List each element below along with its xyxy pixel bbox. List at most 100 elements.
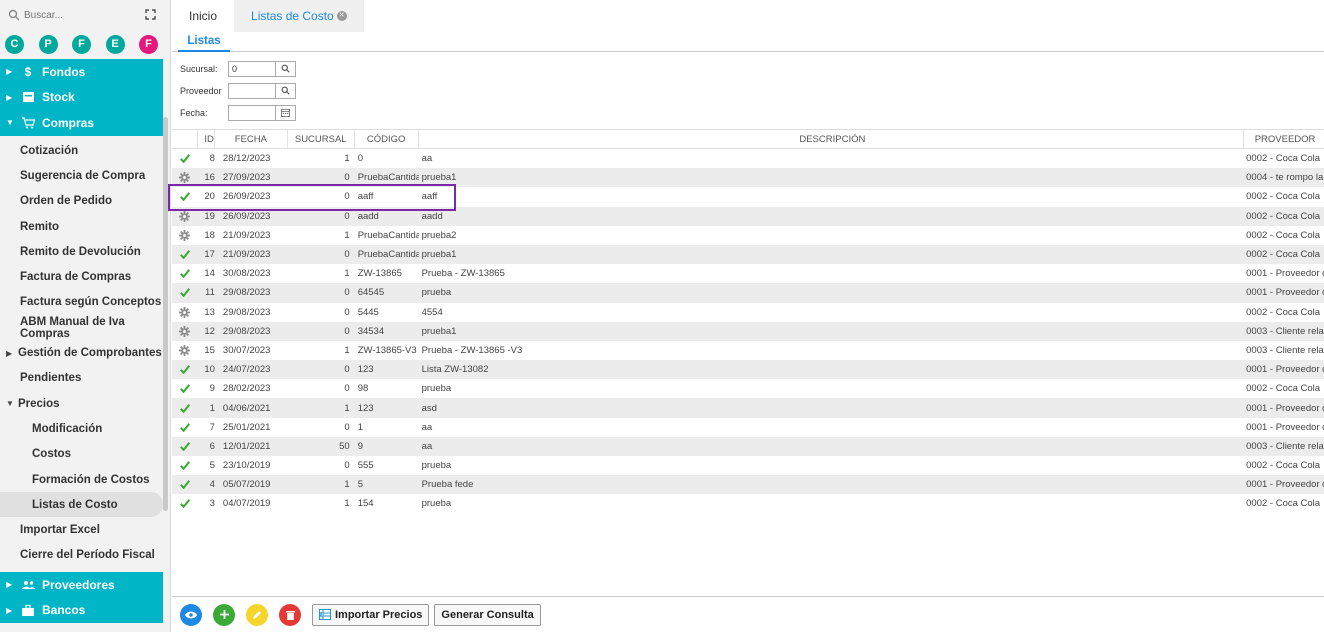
table-row[interactable]: 10 24/07/2023 0 123 Lista ZW-13082 0001 - Pro…	[172, 360, 1324, 380]
delete-button[interactable]	[279, 603, 301, 626]
table-row[interactable]: 19 26/09/2023 0 aadd aadd 0002 - Coca Cola	[172, 206, 1324, 226]
sidebar-item[interactable]: Cotización	[0, 138, 163, 163]
table-row[interactable]: 13 29/08/2023 0 5445 4554 0002 - Coca Cola	[172, 303, 1324, 322]
add-button[interactable]	[213, 603, 235, 626]
sidebar-item[interactable]: Cierre del Período Fiscal	[0, 543, 163, 568]
table-row[interactable]: 6 12/01/2021 50 9 aa 0003 - Cliente relaci	[172, 436, 1324, 456]
table-row[interactable]: 15 30/07/2023 1 ZW-13865-V3 Prueba - ZW-1386…	[172, 341, 1324, 360]
menu-group-proveedores[interactable]: ▶ Proveedores	[0, 572, 163, 598]
sidebar-item[interactable]: Modificación	[0, 416, 163, 441]
sidebar-item[interactable]: Factura de Compras	[0, 264, 163, 289]
sucursal-search-button[interactable]	[276, 60, 296, 77]
view-button[interactable]	[180, 603, 202, 626]
import-prices-button[interactable]: Importar Precios	[312, 603, 430, 626]
table-row[interactable]: 1 04/06/2021 1 123 asd 0001 - Proveedor de	[172, 398, 1324, 418]
sidebar-item[interactable]: ▶ Gestión de Comprobantes	[0, 340, 163, 365]
sidebar-item[interactable]: Listas de Costo	[0, 492, 163, 518]
proveedor-search-button[interactable]	[276, 82, 296, 99]
gear-icon	[179, 306, 191, 318]
tab-label: Inicio	[189, 9, 218, 23]
cell-id: 10	[204, 364, 215, 376]
table-row[interactable]: 17 21/09/2023 0 PruebaCantida prueba1 0002 - …	[172, 244, 1324, 265]
expand-icon[interactable]	[145, 9, 156, 20]
menu-group-compras[interactable]: ▼ Compras	[0, 110, 163, 136]
menu-group-bancos[interactable]: ▶ Bancos	[0, 598, 163, 624]
tab-inicio[interactable]: Inicio	[172, 0, 234, 32]
cell-codigo: 5445	[357, 306, 379, 318]
gear-icon	[179, 172, 191, 184]
caret-down-icon: ▼	[6, 118, 14, 128]
cell-sucursal: 0	[344, 249, 350, 261]
cell-codigo: PruebaCantida	[357, 229, 419, 241]
cell-sucursal: 1	[344, 153, 350, 165]
table-row[interactable]: 12 29/08/2023 0 34534 prueba1 0003 - Cliente …	[172, 321, 1324, 341]
check-icon	[180, 442, 190, 451]
header-id[interactable]: ID	[198, 129, 215, 149]
cell-sucursal: 0	[344, 191, 350, 203]
sucursal-input[interactable]	[228, 60, 276, 77]
sidebar-item[interactable]: Importar Excel	[0, 517, 163, 542]
menu-group-label: Proveedores	[42, 577, 115, 592]
plus-icon	[219, 610, 229, 619]
menu-group-fondos[interactable]: ▶ $ Fondos	[0, 59, 163, 85]
fecha-input[interactable]	[228, 104, 276, 121]
fecha-calendar-button[interactable]	[276, 104, 296, 121]
table-row[interactable]: 5 23/10/2019 0 555 prueba 0002 - Coca Cola	[172, 456, 1324, 475]
table-row[interactable]: 20 26/09/2023 0 aaff aaff 0002 - Coca Cola	[172, 187, 1324, 206]
close-tab-icon[interactable]: ✕	[336, 11, 347, 21]
table-row[interactable]: 11 29/08/2023 0 64545 prueba 0001 - Proveedor…	[172, 283, 1324, 303]
sidebar-item[interactable]: Formación de Costos	[0, 467, 163, 492]
cell-fecha: 30/08/2023	[222, 268, 271, 280]
check-icon	[180, 192, 190, 202]
quick-access-circle[interactable]: E	[105, 34, 125, 54]
quick-access-circle[interactable]: F	[139, 34, 158, 54]
sidebar-item[interactable]: ABM Manual de Iva Compras	[0, 315, 163, 340]
header-fecha[interactable]: FECHA	[215, 129, 288, 149]
table-row[interactable]: 14 30/08/2023 1 ZW-13865 Prueba - ZW-13865 00…	[172, 264, 1324, 283]
sidebar-scrollbar[interactable]	[163, 117, 168, 511]
trash-icon	[285, 610, 295, 620]
status-active	[172, 192, 198, 202]
table-row[interactable]: 4 05/07/2019 1 5 Prueba fede 0001 - Proveedor…	[172, 475, 1324, 495]
header-sucursal[interactable]: SUCURSAL	[288, 129, 355, 149]
quick-access-circle[interactable]: P	[38, 34, 58, 54]
menu-group-stock[interactable]: ▶ Stock	[0, 85, 163, 111]
search-input[interactable]	[24, 9, 134, 21]
cell-id: 13	[204, 306, 215, 318]
sidebar-item[interactable]: Remito	[0, 214, 163, 239]
cell-descripcion: aadd	[421, 210, 443, 222]
sidebar-item[interactable]: Orden de Pedido	[0, 189, 163, 214]
sidebar-item[interactable]: Pendientes	[0, 366, 163, 391]
generate-query-button[interactable]: Generar Consulta	[434, 603, 541, 626]
cell-codigo: 123	[357, 402, 374, 414]
sidebar-item[interactable]: ▼ Precios	[0, 391, 163, 416]
sidebar-item[interactable]: Costos	[0, 442, 163, 467]
quick-access-circle[interactable]: F	[72, 34, 91, 54]
table-row[interactable]: 18 21/09/2023 1 PruebaCantida prueba2 0002 - …	[172, 226, 1324, 245]
proveedor-input[interactable]	[228, 82, 276, 99]
tab-listas-de-costo[interactable]: Listas de Costo ✕	[234, 0, 364, 32]
check-icon	[180, 403, 190, 413]
subtab-listas[interactable]: Listas	[178, 32, 230, 52]
table-row[interactable]: 3 04/07/2019 1 154 prueba 0002 - Coca Cola	[172, 494, 1324, 513]
table-row[interactable]: 7 25/01/2021 01 aa 0001 - Proveedor de	[172, 418, 1324, 437]
cell-sucursal: 1	[344, 402, 350, 414]
cell-proveedor: 0002 - Coca Cola	[1246, 498, 1321, 510]
status-pending	[172, 229, 198, 241]
cell-descripcion: aa	[421, 440, 433, 452]
quick-access-circle[interactable]: C	[5, 34, 24, 54]
excel-icon	[319, 609, 331, 620]
sidebar-item[interactable]: Sugerencia de Compra	[0, 163, 163, 188]
table-row[interactable]: 9 28/02/2023 0 98 prueba 0002 - Coca Cola	[172, 379, 1324, 398]
sidebar-item[interactable]: Remito de Devolución	[0, 239, 163, 264]
table-row[interactable]: 8 28/12/2023 1 0 aa 0002 - Coca Cola	[172, 149, 1324, 168]
caret-right-icon: ▶	[6, 348, 13, 358]
status-active	[172, 154, 198, 164]
header-proveedor[interactable]: PROVEEDOR	[1244, 129, 1324, 149]
sidebar-item[interactable]: Factura según Conceptos	[0, 290, 163, 315]
header-descripcion[interactable]: DESCRIPCIÓN	[419, 129, 1245, 149]
table-row[interactable]: 16 27/09/2023 0 PruebaCantida prueba1 0004 - …	[172, 168, 1324, 188]
header-codigo[interactable]: CÓDIGO	[355, 129, 419, 149]
header-status	[172, 129, 198, 149]
edit-button[interactable]	[246, 603, 268, 626]
